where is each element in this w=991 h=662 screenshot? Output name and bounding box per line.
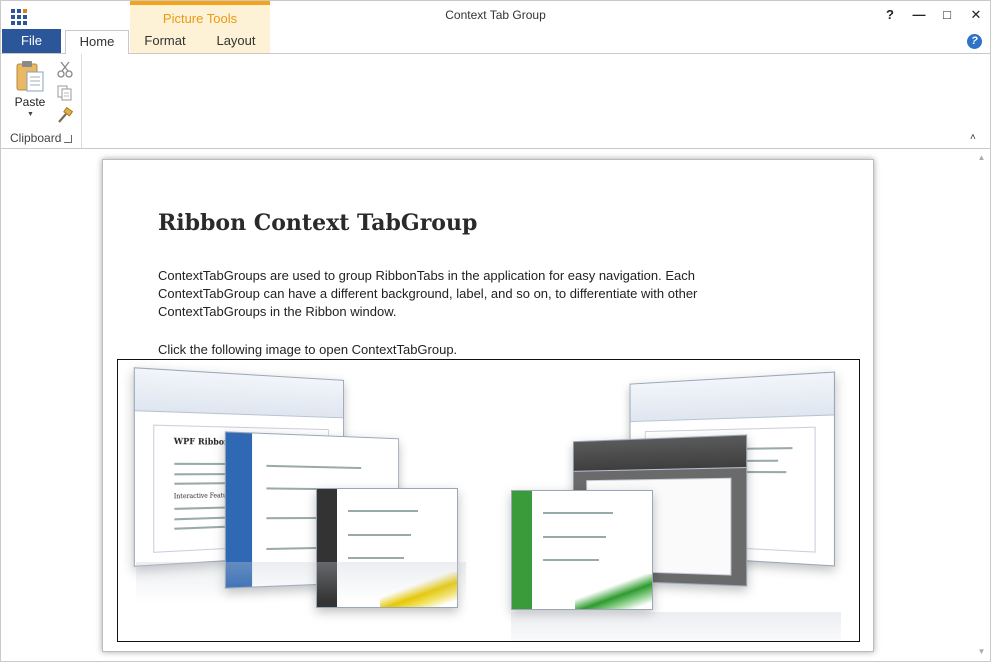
ribbon-panel: Paste ▼ Clipboard ˄: [1, 53, 990, 149]
minimize-button[interactable]: —: [909, 7, 929, 25]
maximize-button[interactable]: □: [937, 7, 957, 25]
tab-layout[interactable]: Layout: [202, 30, 270, 54]
thumbnail-doc-title: WPF Ribbon: [173, 435, 230, 447]
app-window: Context Tab Group ? — □ ✕ Picture Tools …: [0, 0, 991, 662]
paste-label: Paste: [14, 95, 46, 109]
document-page: Ribbon Context TabGroup ContextTabGroups…: [102, 159, 874, 652]
image-reflection: [511, 612, 841, 641]
clipboard-group-label: Clipboard: [10, 131, 62, 145]
copy-icon: [57, 85, 72, 101]
tab-file[interactable]: File: [2, 29, 61, 53]
format-painter-button[interactable]: [56, 106, 76, 127]
cut-button[interactable]: [56, 60, 76, 80]
clipboard-group: Paste ▼ Clipboard: [1, 54, 82, 148]
paste-icon: [16, 61, 44, 92]
cut-icon: [57, 61, 73, 78]
scroll-up-icon[interactable]: ▲: [976, 153, 987, 162]
tab-format[interactable]: Format: [132, 30, 198, 54]
document-instruction: Click the following image to open Contex…: [158, 342, 458, 357]
scroll-down-icon[interactable]: ▼: [976, 647, 987, 656]
paste-dropdown-icon[interactable]: ▼: [27, 111, 34, 118]
document-heading: Ribbon Context TabGroup: [158, 210, 478, 236]
context-tab-group-label: Picture Tools: [162, 11, 238, 26]
dialog-launcher-icon[interactable]: [64, 135, 72, 143]
document-paragraph: ContextTabGroups are used to group Ribbo…: [158, 268, 698, 319]
help-icon[interactable]: ?: [967, 34, 982, 49]
collapse-ribbon-icon[interactable]: ˄: [970, 132, 976, 143]
paste-button[interactable]: Paste ▼: [9, 58, 51, 120]
help-button[interactable]: ?: [880, 7, 900, 25]
tab-home[interactable]: Home: [65, 30, 129, 54]
format-painter-icon: [58, 106, 74, 123]
image-reflection: [136, 562, 466, 602]
document-area: Ribbon Context TabGroup ContextTabGroups…: [1, 149, 990, 661]
context-tab-group-image[interactable]: WPF Ribbon Interactive Features: [117, 359, 860, 642]
vertical-scrollbar[interactable]: ▲ ▼: [973, 149, 990, 661]
close-button[interactable]: ✕: [966, 7, 986, 25]
copy-button[interactable]: [56, 84, 76, 104]
screenshot-thumbnail: [511, 490, 653, 610]
